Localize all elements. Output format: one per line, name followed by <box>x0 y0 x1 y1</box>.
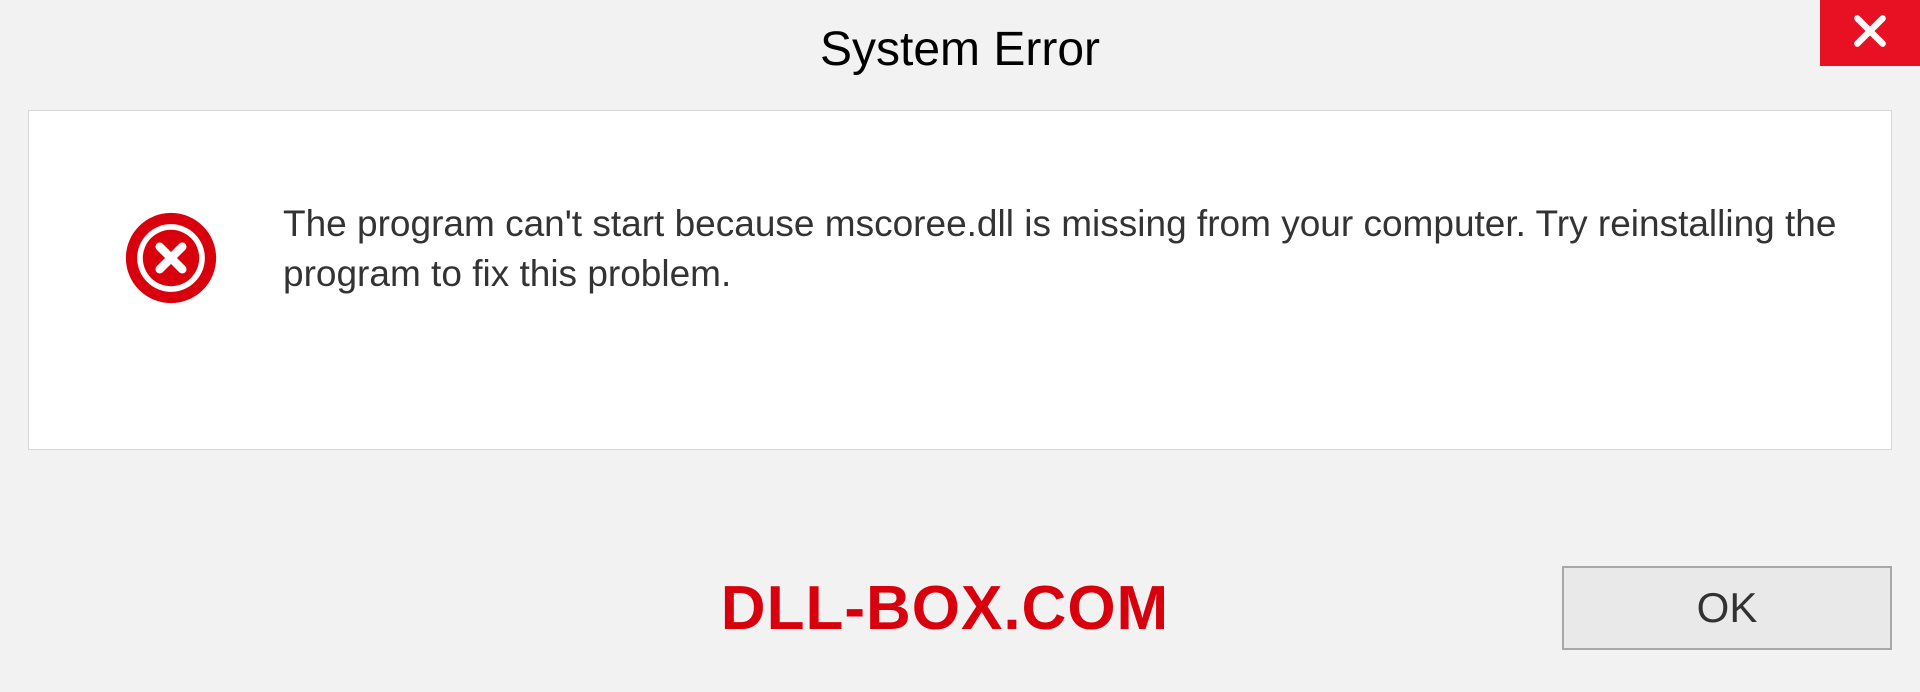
ok-button[interactable]: OK <box>1562 566 1892 650</box>
close-button[interactable] <box>1820 0 1920 66</box>
watermark-text: DLL-BOX.COM <box>28 573 1562 644</box>
ok-button-label: OK <box>1697 584 1758 632</box>
titlebar: System Error <box>0 0 1920 100</box>
content-panel: The program can't start because mscoree.… <box>28 110 1892 450</box>
footer: DLL-BOX.COM OK <box>28 548 1892 668</box>
error-icon <box>124 211 218 310</box>
error-message: The program can't start because mscoree.… <box>283 199 1841 299</box>
close-icon <box>1851 12 1889 55</box>
window-title: System Error <box>820 22 1100 77</box>
